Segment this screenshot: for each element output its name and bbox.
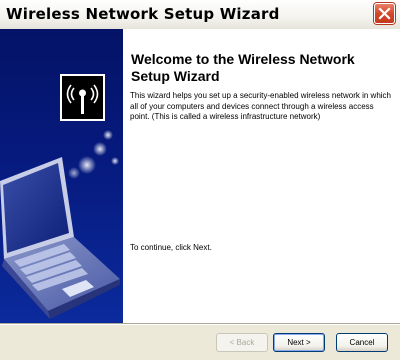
page-title: Welcome to the Wireless Network Setup Wi…: [131, 51, 355, 84]
laptop-illustration: [0, 130, 120, 319]
close-icon: [378, 7, 391, 20]
button-divider: [0, 323, 400, 325]
title-bar[interactable]: Wireless Network Setup Wizard: [0, 0, 400, 30]
wizard-content: Welcome to the Wireless Network Setup Wi…: [123, 29, 400, 323]
wizard-side-panel: [0, 29, 123, 323]
wireless-antenna-icon: [60, 74, 105, 121]
intro-text: This wizard helps you set up a security-…: [130, 91, 392, 121]
cancel-button[interactable]: Cancel: [336, 333, 388, 352]
wizard-window: Wireless Network Setup Wizard Welcome to…: [0, 0, 400, 360]
continue-instruction: To continue, click Next.: [130, 243, 212, 252]
next-button[interactable]: Next >: [273, 333, 325, 352]
close-button[interactable]: [374, 3, 395, 24]
window-title: Wireless Network Setup Wizard: [6, 5, 280, 23]
back-button[interactable]: < Back: [216, 333, 268, 352]
